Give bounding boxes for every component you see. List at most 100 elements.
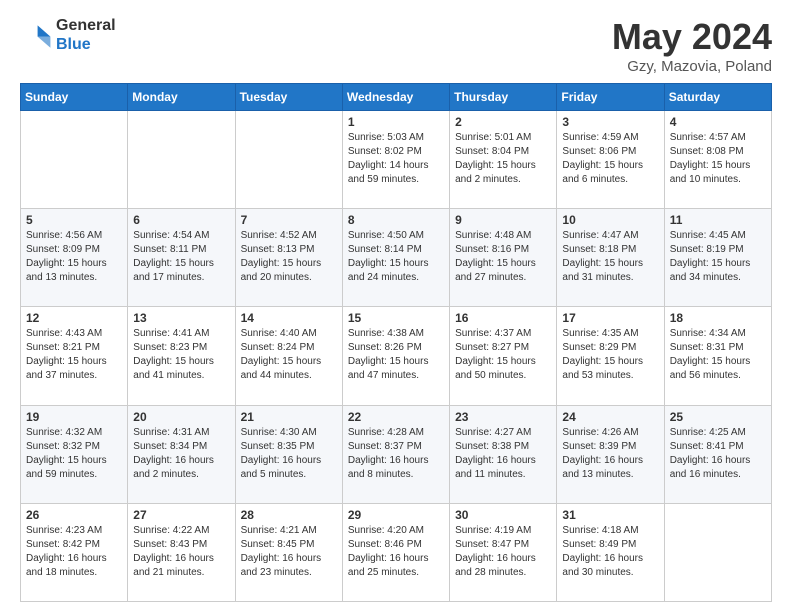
day-number: 6 (133, 213, 229, 227)
day-info: Sunrise: 4:48 AM Sunset: 8:16 PM Dayligh… (455, 229, 551, 285)
cell-4-4: 30 Sunrise: 4:19 AM Sunset: 8:47 PM Dayli… (450, 503, 557, 601)
col-tuesday: Tuesday (235, 84, 342, 111)
day-info: Sunrise: 4:25 AM Sunset: 8:41 PM Dayligh… (670, 426, 766, 482)
logo: General Blue (20, 16, 116, 54)
cell-4-6 (664, 503, 771, 601)
day-info: Sunrise: 4:23 AM Sunset: 8:42 PM Dayligh… (26, 524, 122, 580)
page: General Blue May 2024 Gzy, Mazovia, Pola… (0, 0, 792, 612)
day-info: Sunrise: 4:50 AM Sunset: 8:14 PM Dayligh… (348, 229, 444, 285)
week-row-2: 12Sunrise: 4:43 AM Sunset: 8:21 PM Dayli… (21, 307, 772, 405)
day-info: Sunrise: 4:32 AM Sunset: 8:32 PM Dayligh… (26, 426, 122, 482)
day-number: 13 (133, 311, 229, 325)
cell-2-2: 14 Sunrise: 4:40 AM Sunset: 8:24 PM Dayli… (235, 307, 342, 405)
subtitle: Gzy, Mazovia, Poland (612, 58, 772, 75)
day-info: Sunrise: 4:28 AM Sunset: 8:37 PM Dayligh… (348, 426, 444, 482)
cell-3-2: 21 Sunrise: 4:30 AM Sunset: 8:35 PM Dayli… (235, 405, 342, 503)
day-number: 10 (562, 213, 658, 227)
day-info: Sunrise: 4:37 AM Sunset: 8:27 PM Dayligh… (455, 327, 551, 383)
cell-0-2 (235, 111, 342, 209)
day-number: 1 (348, 115, 444, 129)
day-info: Sunrise: 4:30 AM Sunset: 8:35 PM Dayligh… (241, 426, 337, 482)
week-row-1: 5 Sunrise: 4:56 AM Sunset: 8:09 PM Daylig… (21, 209, 772, 307)
cell-2-6: 18Sunrise: 4:34 AM Sunset: 8:31 PM Dayli… (664, 307, 771, 405)
col-saturday: Saturday (664, 84, 771, 111)
day-number: 19 (26, 410, 122, 424)
title-block: May 2024 Gzy, Mazovia, Poland (612, 16, 772, 75)
day-number: 3 (562, 115, 658, 129)
day-info: Sunrise: 4:18 AM Sunset: 8:49 PM Dayligh… (562, 524, 658, 580)
col-wednesday: Wednesday (342, 84, 449, 111)
day-number: 4 (670, 115, 766, 129)
day-info: Sunrise: 4:19 AM Sunset: 8:47 PM Dayligh… (455, 524, 551, 580)
cell-3-4: 23Sunrise: 4:27 AM Sunset: 8:38 PM Dayli… (450, 405, 557, 503)
cell-1-4: 9Sunrise: 4:48 AM Sunset: 8:16 PM Daylig… (450, 209, 557, 307)
cell-0-3: 1 Sunrise: 5:03 AM Sunset: 8:02 PM Daylig… (342, 111, 449, 209)
cell-4-3: 29 Sunrise: 4:20 AM Sunset: 8:46 PM Dayli… (342, 503, 449, 601)
day-info: Sunrise: 4:21 AM Sunset: 8:45 PM Dayligh… (241, 524, 337, 580)
main-title: May 2024 (612, 16, 772, 58)
day-info: Sunrise: 4:52 AM Sunset: 8:13 PM Dayligh… (241, 229, 337, 285)
cell-1-3: 8 Sunrise: 4:50 AM Sunset: 8:14 PM Daylig… (342, 209, 449, 307)
day-info: Sunrise: 4:56 AM Sunset: 8:09 PM Dayligh… (26, 229, 122, 285)
day-number: 17 (562, 311, 658, 325)
day-number: 5 (26, 213, 122, 227)
day-number: 16 (455, 311, 551, 325)
cell-4-2: 28 Sunrise: 4:21 AM Sunset: 8:45 PM Dayli… (235, 503, 342, 601)
day-info: Sunrise: 5:03 AM Sunset: 8:02 PM Dayligh… (348, 131, 444, 187)
day-info: Sunrise: 4:47 AM Sunset: 8:18 PM Dayligh… (562, 229, 658, 285)
cell-2-4: 16 Sunrise: 4:37 AM Sunset: 8:27 PM Dayli… (450, 307, 557, 405)
day-number: 28 (241, 508, 337, 522)
day-number: 15 (348, 311, 444, 325)
day-number: 29 (348, 508, 444, 522)
cell-0-6: 4Sunrise: 4:57 AM Sunset: 8:08 PM Daylig… (664, 111, 771, 209)
week-row-3: 19 Sunrise: 4:32 AM Sunset: 8:32 PM Dayli… (21, 405, 772, 503)
day-number: 8 (348, 213, 444, 227)
day-number: 25 (670, 410, 766, 424)
day-number: 24 (562, 410, 658, 424)
cell-1-2: 7 Sunrise: 4:52 AM Sunset: 8:13 PM Daylig… (235, 209, 342, 307)
day-info: Sunrise: 5:01 AM Sunset: 8:04 PM Dayligh… (455, 131, 551, 187)
day-number: 27 (133, 508, 229, 522)
cell-2-0: 12Sunrise: 4:43 AM Sunset: 8:21 PM Dayli… (21, 307, 128, 405)
calendar-table: Sunday Monday Tuesday Wednesday Thursday… (20, 83, 772, 602)
day-info: Sunrise: 4:27 AM Sunset: 8:38 PM Dayligh… (455, 426, 551, 482)
logo-general: General (56, 17, 116, 34)
cell-1-5: 10 Sunrise: 4:47 AM Sunset: 8:18 PM Dayli… (557, 209, 664, 307)
day-number: 14 (241, 311, 337, 325)
cell-3-6: 25 Sunrise: 4:25 AM Sunset: 8:41 PM Dayli… (664, 405, 771, 503)
day-info: Sunrise: 4:22 AM Sunset: 8:43 PM Dayligh… (133, 524, 229, 580)
logo-blue: Blue (56, 36, 91, 53)
cell-2-3: 15 Sunrise: 4:38 AM Sunset: 8:26 PM Dayli… (342, 307, 449, 405)
cell-3-0: 19 Sunrise: 4:32 AM Sunset: 8:32 PM Dayli… (21, 405, 128, 503)
cell-3-3: 22Sunrise: 4:28 AM Sunset: 8:37 PM Dayli… (342, 405, 449, 503)
col-thursday: Thursday (450, 84, 557, 111)
day-info: Sunrise: 4:40 AM Sunset: 8:24 PM Dayligh… (241, 327, 337, 383)
cell-0-1 (128, 111, 235, 209)
day-info: Sunrise: 4:20 AM Sunset: 8:46 PM Dayligh… (348, 524, 444, 580)
cell-4-0: 26Sunrise: 4:23 AM Sunset: 8:42 PM Dayli… (21, 503, 128, 601)
day-number: 20 (133, 410, 229, 424)
day-info: Sunrise: 4:41 AM Sunset: 8:23 PM Dayligh… (133, 327, 229, 383)
cell-1-6: 11 Sunrise: 4:45 AM Sunset: 8:19 PM Dayli… (664, 209, 771, 307)
col-friday: Friday (557, 84, 664, 111)
day-number: 30 (455, 508, 551, 522)
cell-2-1: 13 Sunrise: 4:41 AM Sunset: 8:23 PM Dayli… (128, 307, 235, 405)
logo-text: General Blue (56, 16, 116, 54)
day-number: 7 (241, 213, 337, 227)
day-number: 31 (562, 508, 658, 522)
day-info: Sunrise: 4:26 AM Sunset: 8:39 PM Dayligh… (562, 426, 658, 482)
col-sunday: Sunday (21, 84, 128, 111)
cell-3-5: 24 Sunrise: 4:26 AM Sunset: 8:39 PM Dayli… (557, 405, 664, 503)
logo-icon (20, 19, 52, 51)
day-number: 2 (455, 115, 551, 129)
day-number: 11 (670, 213, 766, 227)
day-number: 12 (26, 311, 122, 325)
day-info: Sunrise: 4:45 AM Sunset: 8:19 PM Dayligh… (670, 229, 766, 285)
week-row-0: 1 Sunrise: 5:03 AM Sunset: 8:02 PM Daylig… (21, 111, 772, 209)
cell-0-0 (21, 111, 128, 209)
day-number: 18 (670, 311, 766, 325)
day-info: Sunrise: 4:54 AM Sunset: 8:11 PM Dayligh… (133, 229, 229, 285)
day-info: Sunrise: 4:38 AM Sunset: 8:26 PM Dayligh… (348, 327, 444, 383)
day-number: 21 (241, 410, 337, 424)
cell-4-5: 31 Sunrise: 4:18 AM Sunset: 8:49 PM Dayli… (557, 503, 664, 601)
